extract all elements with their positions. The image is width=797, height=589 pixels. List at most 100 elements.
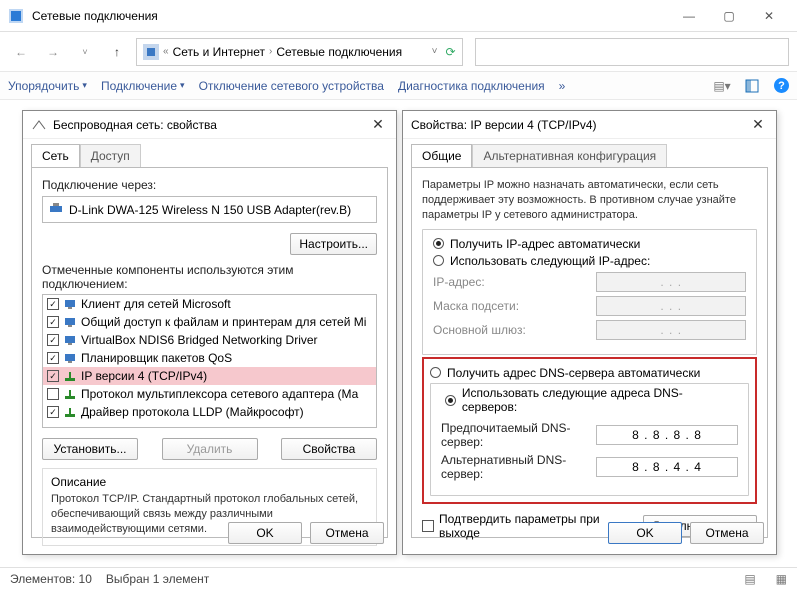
adapter-ok-button[interactable]: OK xyxy=(228,522,302,544)
nav-back[interactable]: ← xyxy=(8,39,34,65)
alt-dns-label: Альтернативный DNS-сервер: xyxy=(441,453,596,481)
component-label: Общий доступ к файлам и принтерам для се… xyxy=(81,315,366,329)
component-item[interactable]: Протокол мультиплексора сетевого адаптер… xyxy=(43,385,376,403)
ipv4-cancel-button[interactable]: Отмена xyxy=(690,522,764,544)
properties-button[interactable]: Свойства xyxy=(281,438,377,460)
view-details-icon[interactable]: ▤ xyxy=(744,572,755,586)
adapter-icon xyxy=(49,201,63,218)
help-icon[interactable]: ? xyxy=(774,78,789,93)
gateway-label: Основной шлюз: xyxy=(433,323,596,337)
component-checkbox[interactable] xyxy=(47,352,59,364)
ip-address-input: . . . xyxy=(596,272,746,292)
breadcrumb-2[interactable]: Сетевые подключения xyxy=(276,45,402,59)
tab-alt-config[interactable]: Альтернативная конфигурация xyxy=(472,144,667,168)
subnet-mask-label: Маска подсети: xyxy=(433,299,596,313)
breadcrumb-1[interactable]: Сеть и Интернет xyxy=(173,45,265,59)
status-selected: Выбран 1 элемент xyxy=(106,572,209,586)
cmd-diagnose[interactable]: Диагностика подключения xyxy=(398,79,545,93)
alt-dns-input[interactable]: 8 . 8 . 4 . 4 xyxy=(596,457,738,477)
component-item[interactable]: Общий доступ к файлам и принтерам для се… xyxy=(43,313,376,331)
location-icon xyxy=(143,44,159,60)
component-checkbox[interactable] xyxy=(47,388,59,400)
radio-ip-manual[interactable]: Использовать следующий IP-адрес: xyxy=(433,254,746,268)
component-label: Драйвер протокола LLDP (Майкрософт) xyxy=(81,405,304,419)
nav-forward[interactable]: → xyxy=(40,39,66,65)
window-title: Сетевые подключения xyxy=(32,9,158,23)
component-item[interactable]: VirtualBox NDIS6 Bridged Networking Driv… xyxy=(43,331,376,349)
nav-up[interactable]: ↑ xyxy=(104,39,130,65)
install-button[interactable]: Установить... xyxy=(42,438,138,460)
adapter-properties-dialog: Беспроводная сеть: свойства ✕ Сеть Досту… xyxy=(22,110,397,555)
component-item[interactable]: IP версии 4 (TCP/IPv4) xyxy=(43,367,376,385)
minimize-button[interactable]: — xyxy=(669,2,709,30)
close-button[interactable]: ✕ xyxy=(749,2,789,30)
ipv4-dialog-close[interactable]: ✕ xyxy=(748,115,768,135)
component-item[interactable]: Драйвер протокола LLDP (Майкрософт) xyxy=(43,403,376,421)
nav-bar: ← → ˅ ↑ « Сеть и Интернет › Сетевые подк… xyxy=(0,32,797,72)
component-label: Клиент для сетей Microsoft xyxy=(81,297,231,311)
view-large-icon[interactable]: ▦ xyxy=(776,572,787,586)
adapter-dialog-close[interactable]: ✕ xyxy=(368,115,388,135)
tab-network[interactable]: Сеть xyxy=(31,144,80,168)
status-item-count: Элементов: 10 xyxy=(10,572,92,586)
pref-dns-label: Предпочитаемый DNS-сервер: xyxy=(441,421,596,449)
cmd-organize[interactable]: Упорядочить▾ xyxy=(8,79,87,93)
description-title: Описание xyxy=(51,475,368,489)
dns-highlight-frame: Получить адрес DNS-сервера автоматически… xyxy=(422,357,757,505)
gateway-input: . . . xyxy=(596,320,746,340)
refresh-icon[interactable]: ⟳ xyxy=(445,45,455,59)
status-bar: Элементов: 10 Выбран 1 элемент ▤ ▦ xyxy=(0,567,797,589)
radio-ip-auto[interactable]: Получить IP-адрес автоматически xyxy=(433,237,746,251)
protocol-icon xyxy=(63,369,77,383)
component-checkbox[interactable] xyxy=(47,298,59,310)
component-checkbox[interactable] xyxy=(47,406,59,418)
component-label: VirtualBox NDIS6 Bridged Networking Driv… xyxy=(81,333,318,347)
cmd-disable[interactable]: Отключение сетевого устройства xyxy=(199,79,384,93)
title-bar: Сетевые подключения — ▢ ✕ xyxy=(0,0,797,32)
view-options-icon[interactable]: ▤▾ xyxy=(714,78,730,94)
client-icon xyxy=(63,297,77,311)
pref-dns-input[interactable]: 8 . 8 . 8 . 8 xyxy=(596,425,738,445)
radio-dns-auto[interactable]: Получить адрес DNS-сервера автоматически xyxy=(430,366,749,380)
command-bar: Упорядочить▾ Подключение▾ Отключение сет… xyxy=(0,72,797,100)
adapter-name: D-Link DWA-125 Wireless N 150 USB Adapte… xyxy=(69,203,351,217)
cmd-connect[interactable]: Подключение▾ xyxy=(101,79,185,93)
ip-address-label: IP-адрес: xyxy=(433,275,596,289)
client-icon xyxy=(63,351,77,365)
tab-access[interactable]: Доступ xyxy=(80,144,141,168)
chevron-left-icon: « xyxy=(163,46,169,57)
component-item[interactable]: Планировщик пакетов QoS xyxy=(43,349,376,367)
adapter-dialog-title: Беспроводная сеть: свойства xyxy=(53,118,217,132)
component-checkbox[interactable] xyxy=(47,370,59,382)
address-bar[interactable]: « Сеть и Интернет › Сетевые подключения … xyxy=(136,38,463,66)
ipv4-intro: Параметры IP можно назначать автоматичес… xyxy=(422,178,757,223)
search-input[interactable] xyxy=(475,38,790,66)
component-label: Протокол мультиплексора сетевого адаптер… xyxy=(81,387,358,401)
radio-dns-manual[interactable]: Использовать следующие адреса DNS-сервер… xyxy=(441,386,738,414)
components-list[interactable]: Клиент для сетей Microsoft Общий доступ к… xyxy=(42,294,377,428)
protocol-icon xyxy=(63,405,77,419)
ipv4-properties-dialog: Свойства: IP версии 4 (TCP/IPv4) ✕ Общие… xyxy=(402,110,777,555)
component-checkbox[interactable] xyxy=(47,316,59,328)
adapter-dialog-icon xyxy=(31,117,47,133)
cmd-more[interactable]: » xyxy=(559,79,566,93)
component-checkbox[interactable] xyxy=(47,334,59,346)
subnet-mask-input: . . . xyxy=(596,296,746,316)
ipv4-dialog-title: Свойства: IP версии 4 (TCP/IPv4) xyxy=(411,118,597,132)
component-label: Планировщик пакетов QoS xyxy=(81,351,232,365)
component-label: IP версии 4 (TCP/IPv4) xyxy=(81,369,207,383)
nav-recent[interactable]: ˅ xyxy=(72,39,98,65)
client-icon xyxy=(63,333,77,347)
maximize-button[interactable]: ▢ xyxy=(709,2,749,30)
tab-general[interactable]: Общие xyxy=(411,144,472,168)
component-item[interactable]: Клиент для сетей Microsoft xyxy=(43,295,376,313)
configure-button[interactable]: Настроить... xyxy=(290,233,377,255)
components-label: Отмеченные компоненты используются этим … xyxy=(42,263,377,291)
ipv4-ok-button[interactable]: OK xyxy=(608,522,682,544)
preview-pane-icon[interactable] xyxy=(744,78,760,94)
remove-button[interactable]: Удалить xyxy=(162,438,258,460)
confirm-on-exit-checkbox[interactable] xyxy=(422,520,434,532)
adapter-name-box: D-Link DWA-125 Wireless N 150 USB Adapte… xyxy=(42,196,377,223)
adapter-cancel-button[interactable]: Отмена xyxy=(310,522,384,544)
address-dropdown[interactable]: ˅ xyxy=(432,46,438,57)
